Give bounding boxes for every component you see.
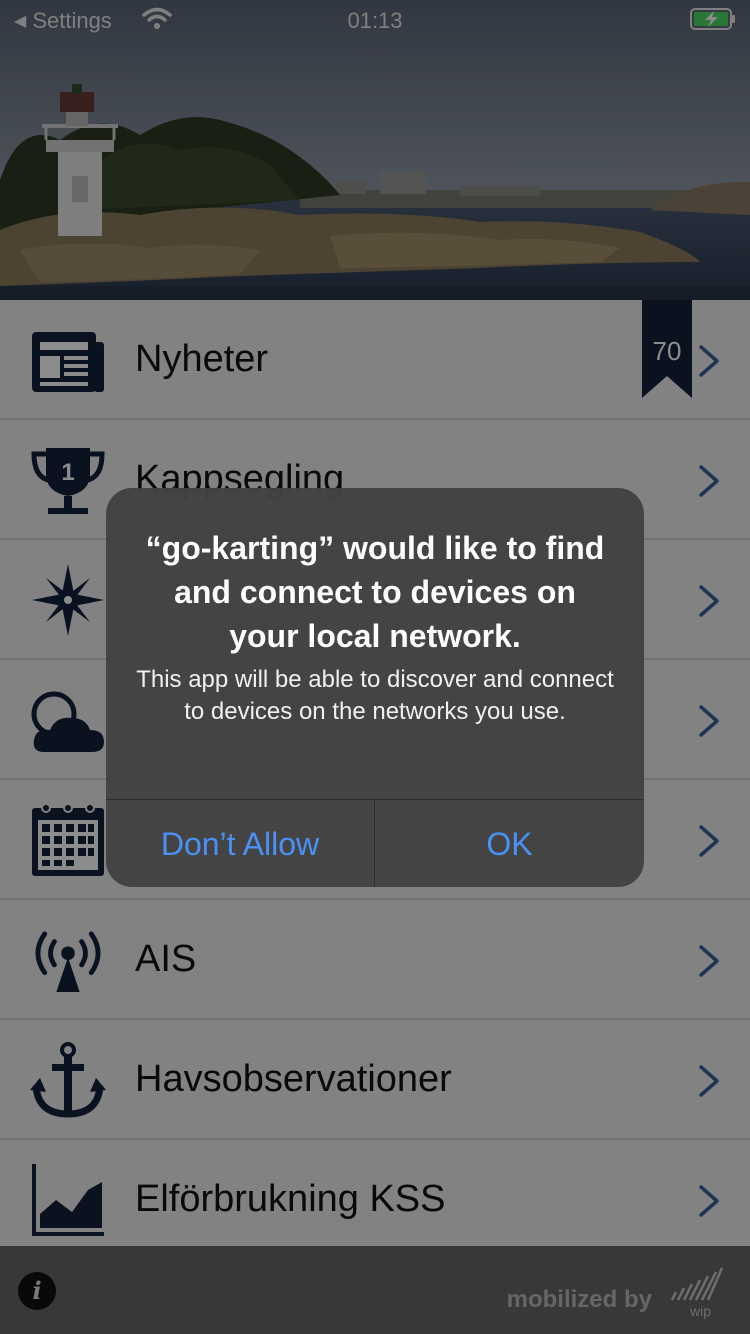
- local-network-permission-alert: “go-karting” would like to find and conn…: [106, 488, 644, 887]
- ok-button[interactable]: OK: [375, 800, 644, 887]
- alert-message: This app will be able to discover and co…: [136, 666, 614, 725]
- alert-button-row: Don’t Allow OK: [106, 799, 644, 887]
- alert-title: “go-karting” would like to find and conn…: [145, 530, 605, 654]
- dont-allow-button[interactable]: Don’t Allow: [106, 800, 375, 887]
